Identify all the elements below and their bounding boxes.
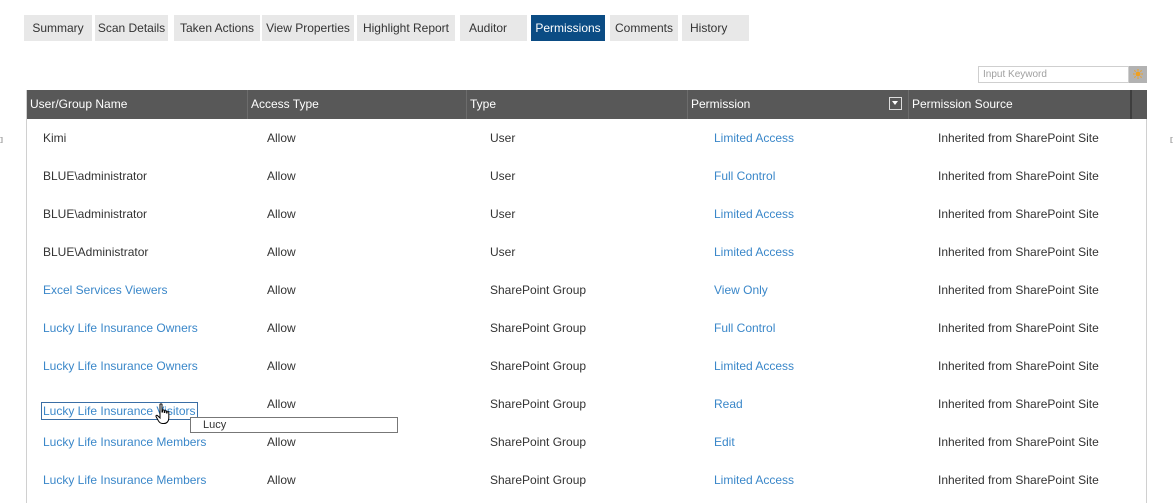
permission-source: Inherited from SharePoint Site [938, 131, 1099, 145]
type: SharePoint Group [490, 359, 587, 373]
permission-link[interactable]: Limited Access [714, 207, 794, 221]
access-type: Allow [267, 283, 296, 297]
user-group-name: BLUE\Administrator [43, 245, 149, 259]
access-type: Allow [267, 131, 296, 145]
table-header: User/Group Name Access Type Type Permiss… [27, 90, 1147, 119]
tooltip: Lucy [190, 417, 398, 433]
header-divider [1130, 90, 1132, 119]
search-input[interactable] [978, 66, 1129, 83]
permission-link[interactable]: Limited Access [714, 473, 794, 487]
permission-source: Inherited from SharePoint Site [938, 359, 1099, 373]
group-name-link[interactable]: Lucky Life Insurance Members [43, 473, 206, 487]
permission-link[interactable]: Full Control [714, 321, 775, 335]
tab-comments[interactable]: Comments [610, 15, 678, 41]
column-header-permission-source[interactable]: Permission Source [909, 90, 1130, 119]
tab-permissions[interactable]: Permissions [531, 15, 605, 41]
table-row: Lucky Life Insurance Members Allow Share… [27, 461, 1146, 499]
table-row: BLUE\administrator Allow User Full Contr… [27, 157, 1146, 195]
type: User [490, 207, 516, 221]
access-type: Allow [267, 435, 296, 449]
type: SharePoint Group [490, 435, 587, 449]
tab-taken-actions[interactable]: Taken Actions [174, 15, 260, 41]
permission-source: Inherited from SharePoint Site [938, 321, 1099, 335]
group-name-link[interactable]: Lucky Life Insurance Visitors [41, 402, 198, 420]
table-row: Lucky Life Insurance Owners Allow ShareP… [27, 309, 1146, 347]
table-row: BLUE\Administrator Allow User Limited Ac… [27, 233, 1146, 271]
type: User [490, 245, 516, 259]
tab-summary[interactable]: Summary [24, 15, 92, 41]
type: SharePoint Group [490, 473, 587, 487]
permissions-table: User/Group Name Access Type Type Permiss… [26, 90, 1147, 503]
access-type: Allow [267, 359, 296, 373]
column-header-type[interactable]: Type [467, 90, 688, 119]
permission-source: Inherited from SharePoint Site [938, 435, 1099, 449]
permission-link[interactable]: Read [714, 397, 743, 411]
access-type: Allow [267, 397, 296, 411]
search-button[interactable] [1129, 66, 1147, 83]
tab-highlight-report[interactable]: Highlight Report [357, 15, 455, 41]
user-group-name: BLUE\administrator [43, 169, 148, 183]
permission-source: Inherited from SharePoint Site [938, 473, 1099, 487]
access-type: Allow [267, 473, 296, 487]
table-row: Excel Services Viewers Allow SharePoint … [27, 271, 1146, 309]
access-type: Allow [267, 207, 296, 221]
filter-dropdown-icon[interactable] [889, 97, 902, 110]
permission-link[interactable]: View Only [714, 283, 768, 297]
permission-source: Inherited from SharePoint Site [938, 245, 1099, 259]
user-group-name: Kimi [43, 131, 67, 145]
group-name-link[interactable]: Lucky Life Insurance Owners [43, 359, 198, 373]
type: SharePoint Group [490, 397, 587, 411]
type: User [490, 131, 516, 145]
permission-source: Inherited from SharePoint Site [938, 169, 1099, 183]
permission-source: Inherited from SharePoint Site [938, 207, 1099, 221]
access-type: Allow [267, 245, 296, 259]
permission-link[interactable]: Limited Access [714, 131, 794, 145]
permission-source: Inherited from SharePoint Site [938, 283, 1099, 297]
permission-link[interactable]: Full Control [714, 169, 775, 183]
type: SharePoint Group [490, 283, 587, 297]
column-header-user-group-name[interactable]: User/Group Name [27, 90, 248, 119]
group-name-link[interactable]: Lucky Life Insurance Members [43, 435, 206, 449]
group-name-link[interactable]: Lucky Life Insurance Owners [43, 321, 198, 335]
tab-history[interactable]: History [682, 15, 749, 41]
permission-link[interactable]: Edit [714, 435, 735, 449]
permission-source: Inherited from SharePoint Site [938, 397, 1099, 411]
access-type: Allow [267, 321, 296, 335]
tab-view-properties[interactable]: View Properties [262, 15, 354, 41]
tab-auditor[interactable]: Auditor [460, 15, 527, 41]
tab-scan-details[interactable]: Scan Details [95, 15, 168, 41]
type: SharePoint Group [490, 321, 587, 335]
table-row: Lucky Life Insurance Owners Allow ShareP… [27, 347, 1146, 385]
type: User [490, 169, 516, 183]
left-edge-mark [0, 137, 3, 143]
table-row: BLUE\administrator Allow User Limited Ac… [27, 195, 1146, 233]
access-type: Allow [267, 169, 296, 183]
right-edge-mark [1170, 137, 1173, 143]
hand-cursor-icon [155, 403, 170, 424]
column-header-access-type[interactable]: Access Type [248, 90, 467, 119]
permission-link[interactable]: Limited Access [714, 359, 794, 373]
group-name-link[interactable]: Excel Services Viewers [43, 283, 168, 297]
table-row: Kimi Allow User Limited Access Inherited… [27, 119, 1146, 157]
sun-icon [1133, 69, 1143, 79]
user-group-name: BLUE\administrator [43, 207, 148, 221]
column-header-permission[interactable]: Permission [688, 90, 909, 119]
permission-link[interactable]: Limited Access [714, 245, 794, 259]
